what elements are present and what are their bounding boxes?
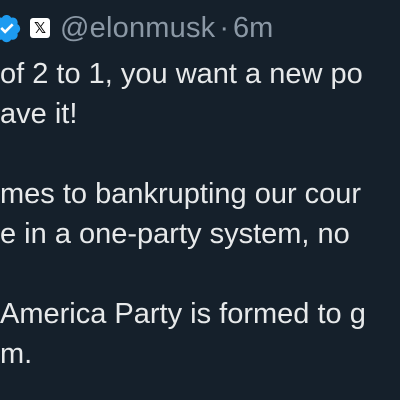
tweet-text-line: e in a one-party system, no — [0, 218, 350, 250]
tweet-header: 𝕏 @elonmusk · 6m — [0, 8, 273, 48]
tweet-text: of 2 to 1, you want a new po ave it! mes… — [0, 54, 400, 374]
tweet-text-line: mes to bankrupting our cour — [0, 178, 362, 210]
tweet-text-blank-line — [0, 254, 400, 294]
tweet-text-line: m. — [0, 338, 33, 370]
tweet-text-line: ave it! — [0, 98, 78, 130]
tweet-screen: { "header": { "badge_icon": "x-logo-badg… — [0, 0, 400, 400]
separator-dot: · — [219, 11, 230, 44]
author-handle-link[interactable]: @elonmusk — [60, 12, 215, 45]
tweet-text-line: America Party is formed to g — [0, 298, 366, 330]
x-logo-badge-icon: 𝕏 — [30, 18, 50, 38]
tweet-timestamp-link[interactable]: 6m — [233, 12, 273, 45]
tweet-text-line: of 2 to 1, you want a new po — [0, 58, 363, 90]
tweet-text-blank-line — [0, 134, 400, 174]
verified-badge-icon — [0, 13, 22, 43]
